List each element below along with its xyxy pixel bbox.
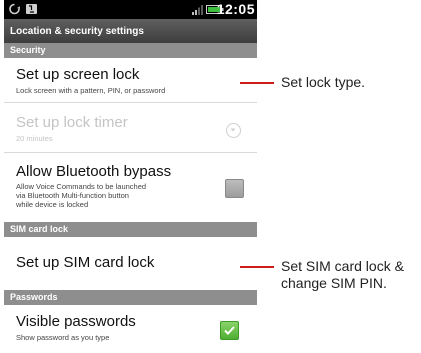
screen-title: Location & security settings: [4, 19, 257, 43]
setting-bluetooth-bypass[interactable]: Allow Bluetooth bypass Allow Voice Comma…: [4, 153, 257, 222]
callout-sim-line-2: change SIM PIN.: [281, 275, 387, 291]
section-header-sim-card-lock: SIM card lock: [4, 222, 257, 237]
callout-sim-line-1: Set SIM card lock &: [281, 258, 404, 274]
notification-icon: [26, 4, 37, 14]
callout-line-lock-type: [240, 82, 274, 84]
setting-title: Visible passwords: [16, 313, 136, 330]
section-header-security: Security: [4, 43, 257, 58]
setting-sim-lock[interactable]: Set up SIM card lock: [4, 237, 257, 290]
phone-screen: 12:05 Location & security settings Secur…: [4, 0, 257, 353]
setting-screen-lock[interactable]: Set up screen lock Lock screen with a pa…: [4, 58, 257, 102]
sync-icon: [9, 3, 20, 15]
setting-subtitle: Lock screen with a pattern, PIN, or pass…: [16, 86, 166, 95]
setting-subtitle-line: while device is locked: [16, 200, 89, 209]
status-bar: 12:05: [4, 0, 257, 19]
status-time: 12:05: [216, 1, 255, 17]
setting-subtitle-line: Allow Voice Commands to be launched: [16, 182, 147, 191]
callout-lock-type: Set lock type.: [281, 74, 366, 90]
visible-passwords-checkbox[interactable]: [220, 321, 239, 340]
callout-line-sim: [240, 266, 274, 268]
setting-title: Allow Bluetooth bypass: [16, 163, 172, 180]
signal-icon: [192, 5, 203, 15]
setting-title: Set up screen lock: [16, 66, 140, 83]
setting-subtitle-line: via Bluetooth Multi-function button: [16, 191, 129, 200]
setting-lock-timer[interactable]: Set up lock timer 20 minutes: [4, 103, 257, 152]
section-header-passwords: Passwords: [4, 290, 257, 305]
setting-visible-passwords[interactable]: Visible passwords Show password as you t…: [4, 305, 257, 353]
setting-subtitle: Show password as you type: [16, 333, 110, 342]
setting-title: Set up SIM card lock: [16, 254, 155, 271]
setting-title: Set up lock timer: [16, 114, 128, 131]
dropdown-radio-icon: [226, 123, 241, 138]
bluetooth-bypass-checkbox[interactable]: [225, 179, 244, 198]
checkmark-icon: [224, 326, 235, 335]
setting-subtitle: 20 minutes: [16, 134, 53, 143]
